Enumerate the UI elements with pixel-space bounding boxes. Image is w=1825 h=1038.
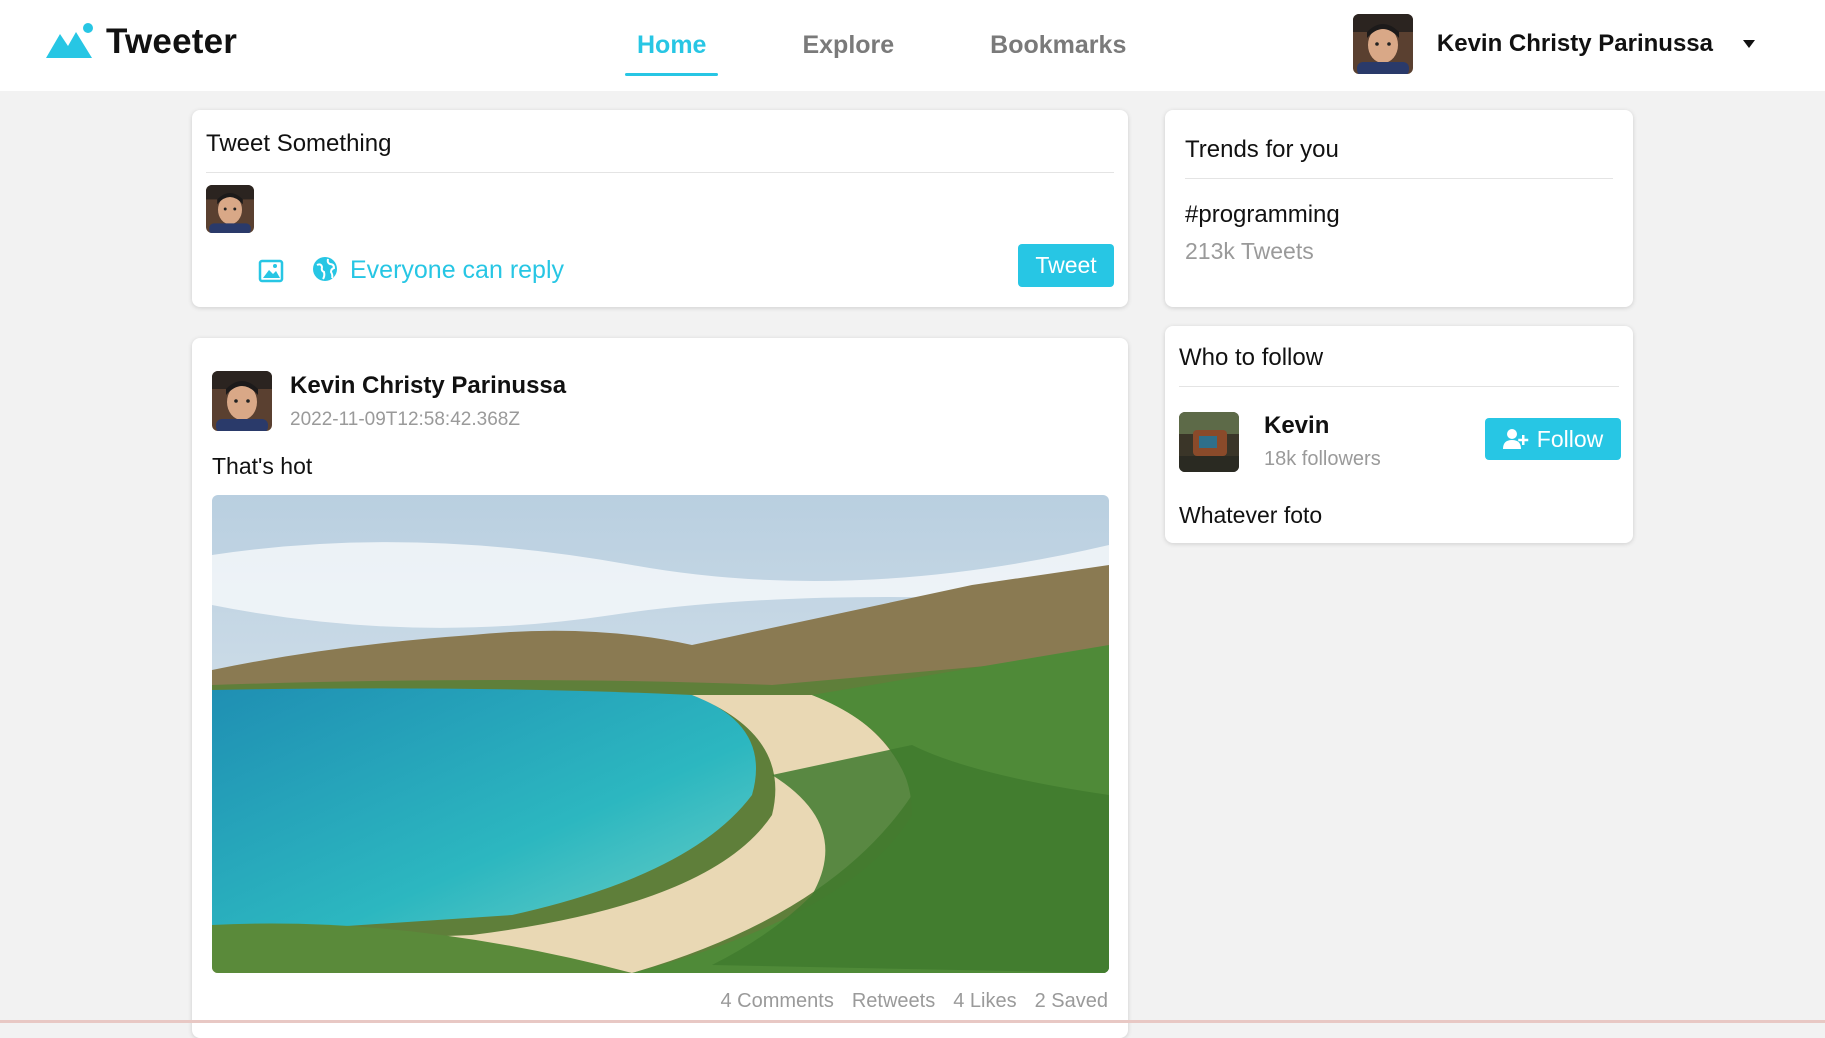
tweet-button[interactable]: Tweet bbox=[1018, 244, 1114, 287]
post-timestamp: 2022-11-09T12:58:42.368Z bbox=[290, 409, 520, 430]
logo[interactable]: Tweeter bbox=[46, 22, 237, 62]
nav-explore[interactable]: Explore bbox=[802, 0, 894, 91]
suggestion-followers: 18k followers bbox=[1264, 448, 1381, 470]
retweets-count[interactable]: Retweets bbox=[852, 990, 935, 1013]
who-to-follow-title: Who to follow bbox=[1179, 344, 1324, 371]
follow-button[interactable]: Follow bbox=[1485, 418, 1621, 460]
trends-title: Trends for you bbox=[1185, 136, 1339, 163]
user-name: Kevin Christy Parinussa bbox=[1436, 30, 1713, 57]
reply-setting[interactable]: Everyone can reply bbox=[350, 256, 564, 285]
saved-count[interactable]: 2 Saved bbox=[1035, 990, 1108, 1013]
trends-card: Trends for you #programming 213k Tweets bbox=[1165, 110, 1633, 307]
suggestion-name[interactable]: Kevin bbox=[1264, 412, 1329, 440]
compose-avatar bbox=[206, 185, 254, 233]
top-navbar: Tweeter Home Explore Bookmarks Kevin Chr… bbox=[0, 0, 1825, 91]
follow-button-label: Follow bbox=[1536, 425, 1604, 452]
compose-title: Tweet Something bbox=[206, 130, 392, 157]
caret-down-icon[interactable] bbox=[1743, 40, 1755, 48]
mountain-logo-icon bbox=[46, 23, 93, 58]
nav-bookmarks[interactable]: Bookmarks bbox=[990, 0, 1126, 91]
nav-home[interactable]: Home bbox=[624, 0, 720, 91]
post-author-avatar[interactable] bbox=[212, 371, 272, 431]
divider bbox=[1179, 386, 1619, 387]
user-avatar bbox=[1352, 14, 1413, 74]
divider bbox=[1185, 178, 1613, 179]
tweet-input[interactable] bbox=[268, 190, 1114, 228]
suggestion-bio: Whatever foto bbox=[1179, 502, 1323, 528]
trend-hashtag[interactable]: #programming bbox=[1185, 201, 1340, 229]
main-nav: Home Explore Bookmarks bbox=[620, 0, 1126, 91]
image-icon[interactable] bbox=[258, 258, 284, 284]
likes-count[interactable]: 4 Likes bbox=[953, 990, 1016, 1013]
comments-count[interactable]: 4 Comments bbox=[720, 990, 833, 1013]
globe-icon bbox=[313, 257, 337, 281]
user-plus-icon bbox=[1502, 429, 1529, 449]
user-menu[interactable]: Kevin Christy Parinussa bbox=[1352, 14, 1755, 74]
post-image[interactable] bbox=[212, 495, 1109, 973]
who-to-follow-card: Who to follow Kevin 18k followers Follow… bbox=[1165, 326, 1633, 543]
post-author-name[interactable]: Kevin Christy Parinussa bbox=[290, 372, 566, 400]
app-name: Tweeter bbox=[106, 22, 238, 61]
suggestion-avatar[interactable] bbox=[1179, 412, 1239, 472]
divider bbox=[206, 172, 1114, 173]
post-text: That's hot bbox=[212, 453, 313, 479]
trend-tweet-count: 213k Tweets bbox=[1185, 238, 1314, 264]
compose-card: Tweet Something Everyone can reply Tweet bbox=[192, 110, 1128, 307]
tweet-card: Kevin Christy Parinussa 2022-11-09T12:58… bbox=[192, 338, 1128, 1038]
post-stats: 4 Comments Retweets 4 Likes 2 Saved bbox=[720, 990, 1108, 1013]
